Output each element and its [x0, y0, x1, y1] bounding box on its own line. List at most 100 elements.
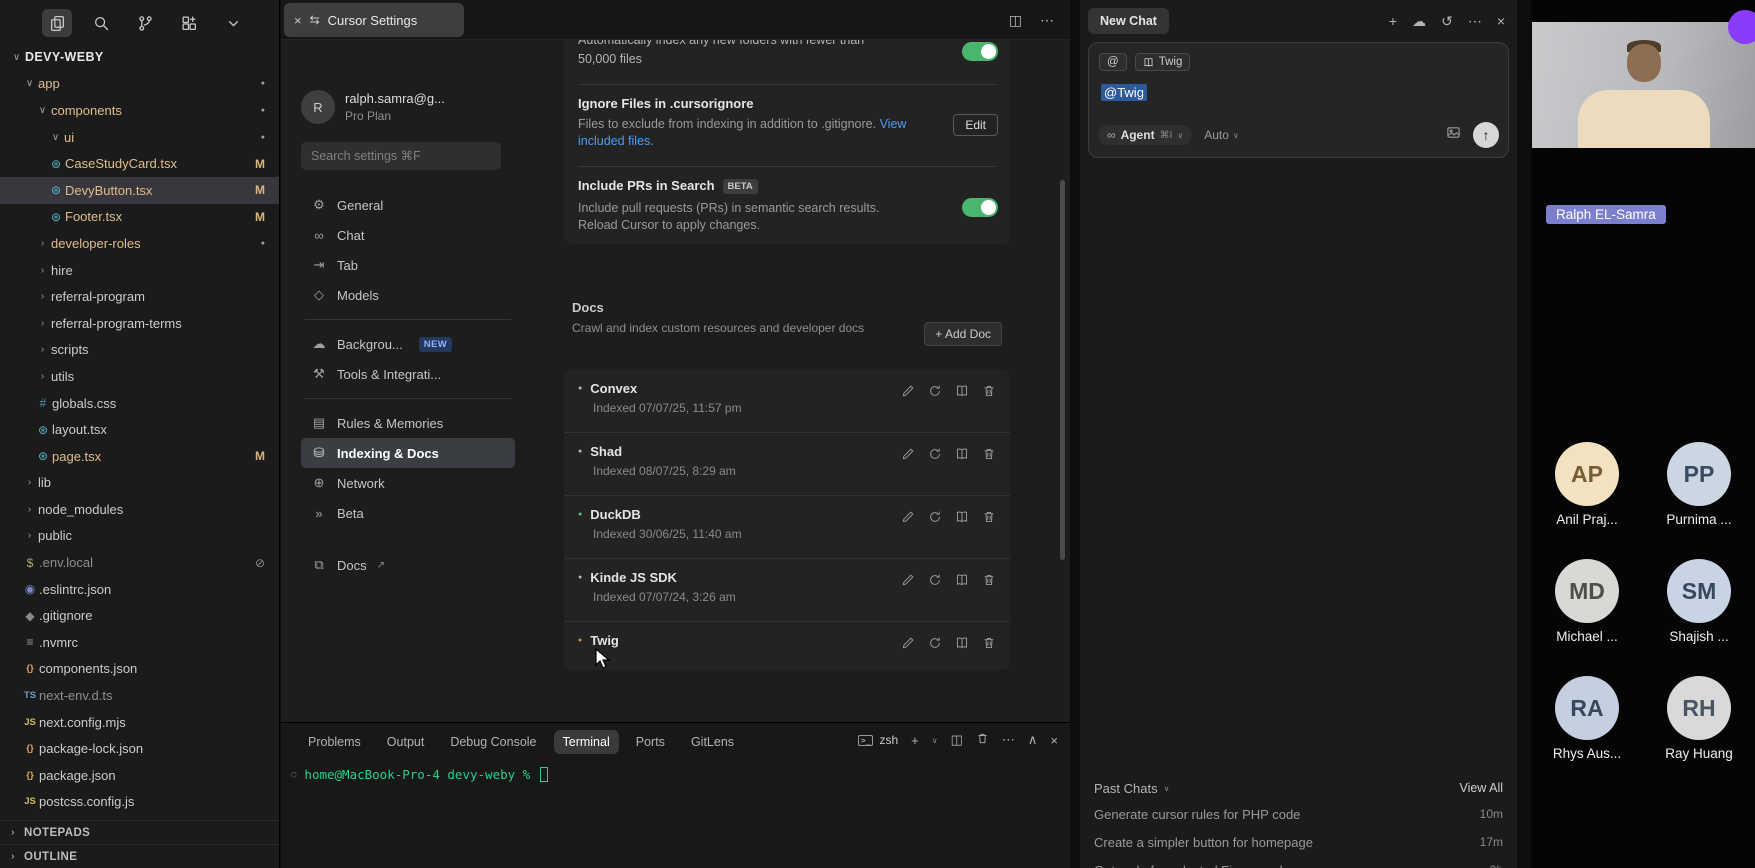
participant-tile[interactable]: PP Purnima ... [1649, 442, 1749, 527]
participant-tile[interactable]: RH Ray Huang [1649, 676, 1749, 761]
file-tree-item[interactable]: ⊛ DevyButton.tsx M [0, 177, 279, 204]
settings-nav-item[interactable]: ⊕ Network [301, 468, 515, 498]
at-mention-chip[interactable]: @ [1099, 53, 1127, 71]
delete-doc-icon[interactable] [982, 636, 996, 668]
settings-nav-item[interactable]: ∞ Chat [301, 220, 515, 250]
panel-tab[interactable]: GitLens [682, 730, 743, 754]
doc-row[interactable]: DuckDB Indexed 30/06/25, 11:40 am [564, 496, 1010, 559]
participant-tile[interactable]: MD Michael ... [1537, 559, 1637, 644]
file-tree-item[interactable]: › referral-program-terms [0, 310, 279, 337]
settings-nav-item[interactable]: ▤ Rules & Memories [301, 408, 515, 438]
file-tree-item[interactable]: ∨ app ● [0, 71, 279, 98]
include-prs-toggle[interactable] [962, 198, 998, 217]
refresh-doc-icon[interactable] [928, 636, 942, 668]
refresh-doc-icon[interactable] [928, 384, 942, 432]
past-chat-item[interactable]: Create a simpler button for homepage 17m [1094, 828, 1503, 856]
new-chat-icon[interactable]: + [1389, 13, 1397, 29]
split-terminal-icon[interactable]: ◫ [951, 732, 963, 748]
edit-doc-icon[interactable] [901, 384, 915, 432]
chat-tab[interactable]: New Chat [1088, 8, 1169, 34]
file-tree-item[interactable]: {} package-lock.json [0, 735, 279, 762]
file-tree-item[interactable]: {} package.json [0, 762, 279, 789]
file-tree-item[interactable]: $ .env.local ⊘ [0, 549, 279, 576]
terminal-prompt-line[interactable]: ○ home@MacBook-Pro-4 devy-weby % [291, 767, 548, 782]
open-doc-icon[interactable] [955, 510, 969, 558]
history-icon[interactable]: ↺ [1441, 13, 1453, 30]
file-tree-item[interactable]: › utils [0, 363, 279, 390]
more-actions-icon[interactable]: ⋯ [1468, 13, 1482, 30]
model-selector[interactable]: Auto ∨ [1204, 128, 1239, 142]
file-tree-item[interactable]: › hire [0, 257, 279, 284]
file-tree-item[interactable]: ≡ .nvmrc [0, 629, 279, 656]
kill-terminal-icon[interactable] [976, 732, 989, 748]
file-tree-item[interactable]: ⊛ page.tsx M [0, 443, 279, 470]
delete-doc-icon[interactable] [982, 510, 996, 558]
send-button[interactable]: ↑ [1473, 122, 1499, 148]
panel-tab[interactable]: Terminal [554, 730, 619, 754]
past-chats-title[interactable]: Past Chats [1094, 781, 1158, 796]
settings-nav-item[interactable]: ⛁ Indexing & Docs [301, 438, 515, 468]
edit-doc-icon[interactable] [901, 636, 915, 668]
close-panel-icon[interactable]: × [1050, 733, 1058, 748]
file-tree-item[interactable]: › referral-program [0, 283, 279, 310]
settings-nav-item[interactable]: ⚒ Tools & Integrati... [301, 359, 515, 389]
file-tree-item[interactable]: JS next.config.mjs [0, 709, 279, 736]
doc-row[interactable]: Shad Indexed 08/07/25, 8:29 am [564, 433, 1010, 496]
file-tree-item[interactable]: › scripts [0, 337, 279, 364]
search-icon[interactable] [86, 9, 116, 37]
sidebar-section-notepads[interactable]: › NOTEPADS [0, 820, 279, 844]
refresh-doc-icon[interactable] [928, 510, 942, 558]
settings-scrollbar[interactable] [1060, 180, 1065, 560]
file-tree-item[interactable]: ⊛ Footer.tsx M [0, 204, 279, 231]
chevron-down-icon[interactable]: ∨ [932, 736, 938, 745]
doc-row[interactable]: Twig [564, 622, 1010, 668]
open-doc-icon[interactable] [955, 447, 969, 495]
edit-doc-icon[interactable] [901, 510, 915, 558]
file-tree-item[interactable]: {} components.json [0, 656, 279, 683]
file-tree-item[interactable]: › public [0, 523, 279, 550]
refresh-doc-icon[interactable] [928, 447, 942, 495]
file-tree-item[interactable]: ◉ .eslintrc.json [0, 576, 279, 603]
cloud-icon[interactable]: ☁ [1412, 13, 1426, 30]
file-tree-item[interactable]: ⊛ CaseStudyCard.tsx M [0, 150, 279, 177]
open-doc-icon[interactable] [955, 384, 969, 432]
delete-doc-icon[interactable] [982, 384, 996, 432]
doc-row[interactable]: Convex Indexed 07/07/25, 11:57 pm [564, 370, 1010, 433]
participant-tile[interactable]: SM Shajish ... [1649, 559, 1749, 644]
tab-cursor-settings[interactable]: × ⇆ Cursor Settings [284, 3, 464, 37]
settings-nav-item[interactable]: ⚙ General [301, 190, 515, 220]
settings-nav-item[interactable]: ⇥ Tab [301, 250, 515, 280]
participant-tile[interactable]: AP Anil Praj... [1537, 442, 1637, 527]
file-tree-item[interactable]: ◆ .gitignore [0, 602, 279, 629]
panel-tab[interactable]: Debug Console [441, 730, 545, 754]
chat-message-text[interactable]: @Twig [1101, 85, 1147, 100]
sidebar-section-outline[interactable]: › OUTLINE [0, 844, 279, 868]
file-tree-item[interactable]: ∨ ui ● [0, 124, 279, 151]
file-tree-item[interactable]: TS next-env.d.ts [0, 682, 279, 709]
doc-context-chip[interactable]: Twig [1135, 53, 1191, 71]
open-doc-icon[interactable] [955, 636, 969, 668]
split-editor-icon[interactable]: ◫ [1009, 12, 1022, 29]
file-tree-item[interactable]: JS postcss.config.js [0, 789, 279, 816]
participant-tile[interactable]: RA Rhys Aus... [1537, 676, 1637, 761]
new-terminal-icon[interactable]: + [911, 733, 919, 748]
chat-input[interactable]: @ Twig @Twig ∞ Agent ⌘I ∨ Auto ∨ ↑ [1088, 42, 1509, 158]
file-tree-item[interactable]: ∨ components ● [0, 97, 279, 124]
file-tree-item[interactable]: › node_modules [0, 496, 279, 523]
project-root[interactable]: ∨ DEVY-WEBY [0, 44, 279, 71]
agent-mode-selector[interactable]: ∞ Agent ⌘I ∨ [1098, 125, 1192, 145]
panel-tab[interactable]: Ports [627, 730, 674, 754]
edit-doc-icon[interactable] [901, 573, 915, 621]
refresh-doc-icon[interactable] [928, 573, 942, 621]
settings-nav-item[interactable]: ◇ Models [301, 280, 515, 310]
settings-nav-item[interactable]: » Beta [301, 498, 515, 528]
shell-selector[interactable]: >_zsh [858, 733, 898, 747]
past-chat-item[interactable]: Get code for selected Figma node 2h [1094, 856, 1503, 868]
edit-button[interactable]: Edit [953, 114, 998, 136]
files-icon[interactable] [42, 9, 72, 37]
source-control-icon[interactable] [130, 9, 160, 37]
edit-doc-icon[interactable] [901, 447, 915, 495]
maximize-panel-icon[interactable]: ∧ [1028, 732, 1038, 748]
open-doc-icon[interactable] [955, 573, 969, 621]
more-actions-icon[interactable]: ⋯ [1040, 12, 1054, 29]
